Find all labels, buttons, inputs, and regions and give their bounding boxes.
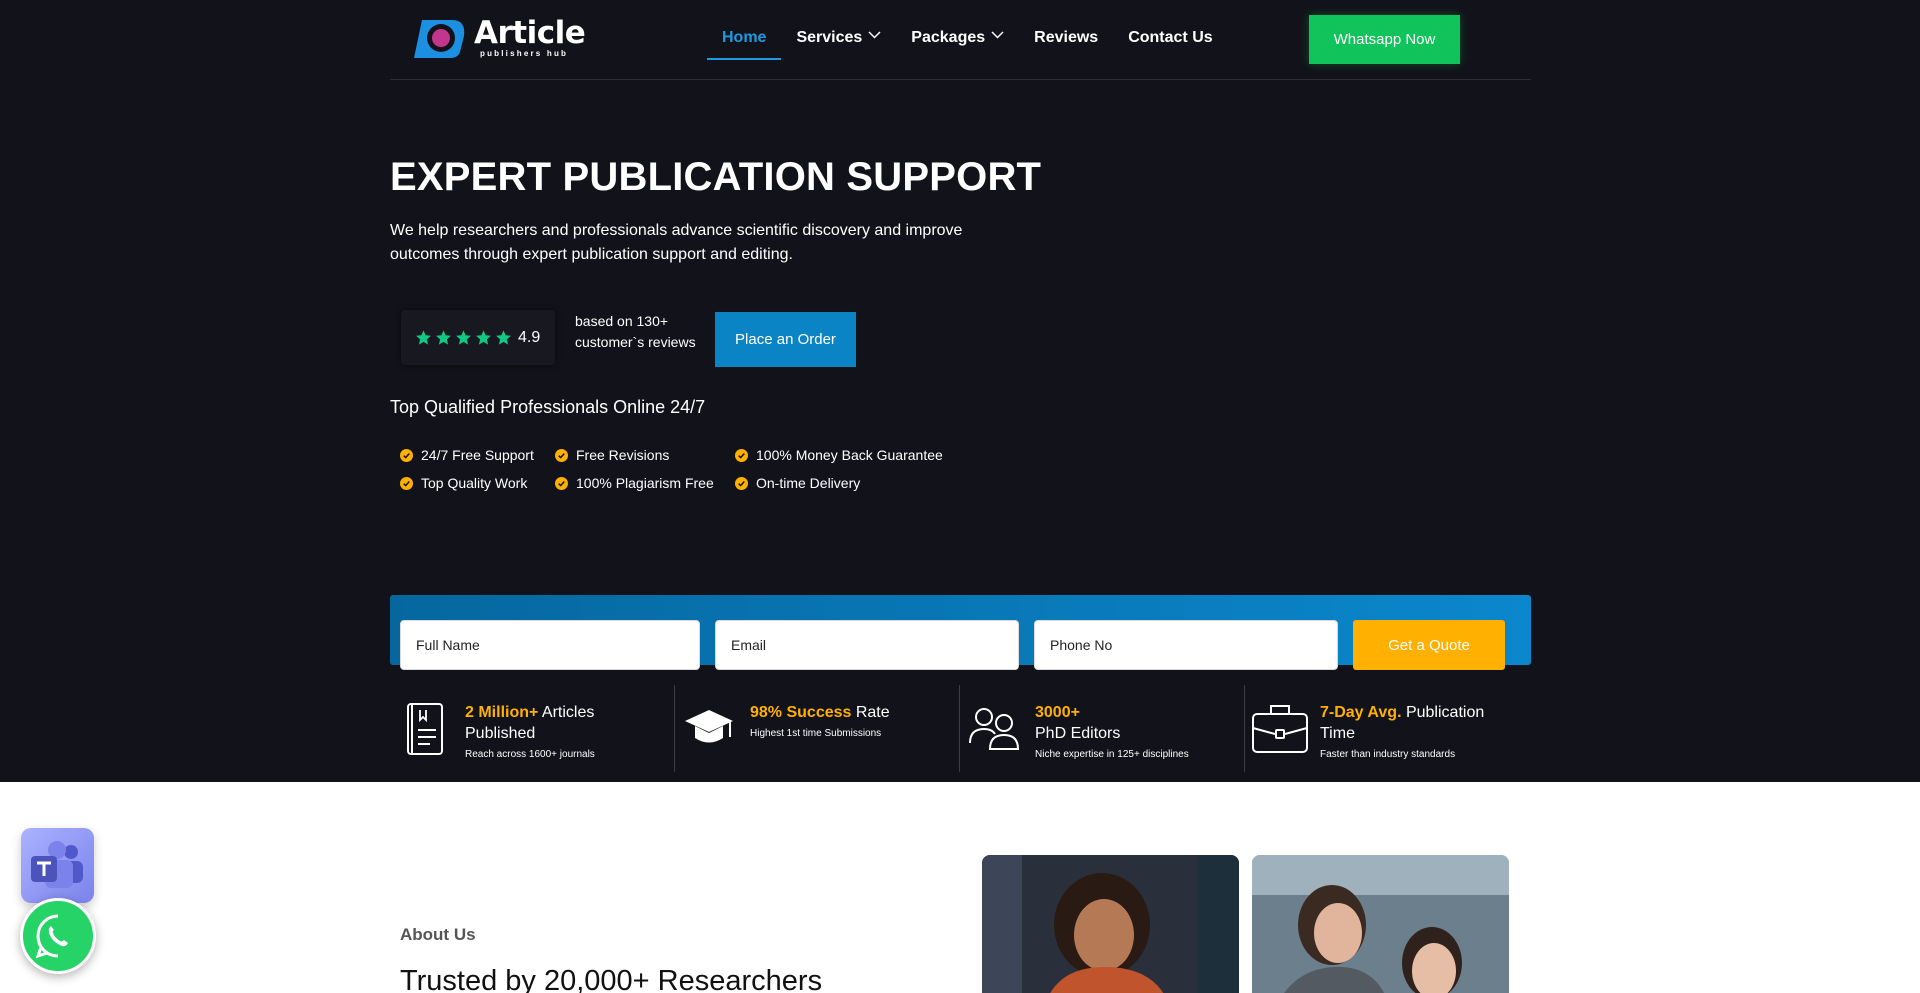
graduation-cap-icon — [685, 710, 733, 743]
stat-label: Rate — [851, 704, 890, 721]
stat-subtext: Faster than industry standards — [1320, 749, 1456, 760]
star-icon — [416, 330, 431, 345]
brand-tagline: publishers hub — [480, 49, 569, 58]
whatsapp-icon — [35, 914, 68, 959]
check-circle-icon — [400, 476, 413, 490]
feature-label: On-time Delivery — [756, 475, 861, 491]
main-nav: Home Services Packages Reviews Contact U… — [707, 0, 1228, 60]
hero-section: Article publishers hub Home Services Pac… — [0, 0, 1920, 782]
hero-title: EXPERT PUBLICATION SUPPORT — [390, 155, 1042, 199]
nav-contact-label: Contact Us — [1128, 29, 1213, 46]
teams-icon — [31, 841, 83, 888]
full-name-input[interactable] — [400, 620, 700, 670]
nav-packages[interactable]: Packages — [896, 0, 1019, 60]
stat-highlight: 98% Success — [750, 704, 852, 721]
place-order-button[interactable]: Place an Order — [715, 312, 856, 367]
nav-home-label: Home — [722, 29, 767, 46]
feature-item: 24/7 Free Support — [400, 447, 534, 463]
stat-label: PhD Editors — [1035, 725, 1121, 742]
stat-highlight: 3000+ — [1035, 704, 1080, 721]
reviews-line-2: customer`s reviews — [575, 334, 696, 350]
feature-label: 24/7 Free Support — [421, 447, 534, 463]
chevron-down-icon — [868, 31, 881, 39]
logo-icon — [406, 14, 470, 62]
divider — [959, 685, 960, 772]
star-icon — [476, 330, 491, 345]
get-quote-button[interactable]: Get a Quote — [1353, 620, 1505, 670]
reviews-count: based on 130+ customer`s reviews — [575, 311, 696, 353]
rating-box: 4.9 — [401, 310, 555, 365]
star-icon — [456, 330, 471, 345]
feature-label: Free Revisions — [576, 447, 670, 463]
stat-articles: 2 Million+ Articles Published Reach acro… — [465, 702, 665, 760]
brand-name: Article — [474, 15, 586, 51]
check-circle-icon — [555, 448, 568, 462]
email-input[interactable] — [715, 620, 1019, 670]
site-header: Article publishers hub Home Services Pac… — [390, 0, 1531, 80]
team-photo — [1252, 855, 1509, 993]
feature-item: Top Quality Work — [400, 475, 527, 491]
nav-contact[interactable]: Contact Us — [1113, 0, 1227, 60]
check-circle-icon — [555, 476, 568, 490]
feature-item: On-time Delivery — [735, 475, 860, 491]
check-circle-icon — [735, 448, 748, 462]
check-circle-icon — [735, 476, 748, 490]
nav-reviews-label: Reviews — [1034, 29, 1099, 46]
stat-subtext: Reach across 1600+ journals — [465, 749, 595, 760]
briefcase-icon — [1252, 705, 1308, 753]
star-icon — [496, 330, 511, 345]
nav-packages-label: Packages — [911, 29, 986, 46]
rating-stars — [415, 329, 512, 346]
phone-input[interactable] — [1034, 620, 1338, 670]
stat-subtext: Niche expertise in 125+ disciplines — [1035, 749, 1189, 760]
book-icon — [407, 703, 443, 755]
about-tag: About Us — [400, 925, 476, 944]
feature-label: Top Quality Work — [421, 475, 528, 491]
nav-reviews[interactable]: Reviews — [1019, 0, 1113, 60]
whatsapp-now-button[interactable]: Whatsapp Now — [1309, 15, 1460, 64]
divider — [1244, 685, 1245, 772]
feature-label: 100% Money Back Guarantee — [756, 447, 943, 463]
feature-item: 100% Money Back Guarantee — [735, 447, 943, 463]
stat-highlight: 2 Million+ — [465, 704, 539, 721]
chevron-down-icon — [991, 31, 1004, 39]
feature-item: 100% Plagiarism Free — [555, 475, 714, 491]
check-circle-icon — [400, 448, 413, 462]
stat-editors: 3000+ PhD Editors Niche expertise in 125… — [1035, 702, 1235, 760]
teams-chat-button[interactable] — [21, 828, 94, 903]
stat-subtext: Highest 1st time Submissions — [750, 728, 882, 739]
researcher-photo — [982, 855, 1239, 993]
stat-success-rate: 98% Success Rate Highest 1st time Submis… — [750, 702, 950, 739]
reviews-line-1: based on 130+ — [575, 313, 669, 329]
professionals-heading: Top Qualified Professionals Online 24/7 — [390, 397, 706, 417]
rating-value: 4.9 — [518, 328, 541, 346]
feature-label: 100% Plagiarism Free — [576, 475, 714, 491]
hero-description: We help researchers and professionals ad… — [390, 222, 963, 263]
nav-services-label: Services — [796, 29, 863, 46]
logo[interactable]: Article publishers hub — [406, 14, 586, 62]
divider — [674, 685, 675, 772]
about-title: Trusted by 20,000+ Researchers — [400, 965, 823, 993]
whatsapp-chat-button[interactable] — [20, 898, 96, 974]
star-icon — [436, 330, 451, 345]
editors-icon — [969, 708, 1020, 750]
feature-item: Free Revisions — [555, 447, 669, 463]
nav-home[interactable]: Home — [707, 0, 782, 60]
stat-publication-time: 7-Day Avg. Publication Time Faster than … — [1320, 702, 1520, 760]
stat-highlight: 7-Day Avg. — [1320, 704, 1402, 721]
nav-services[interactable]: Services — [781, 0, 896, 60]
